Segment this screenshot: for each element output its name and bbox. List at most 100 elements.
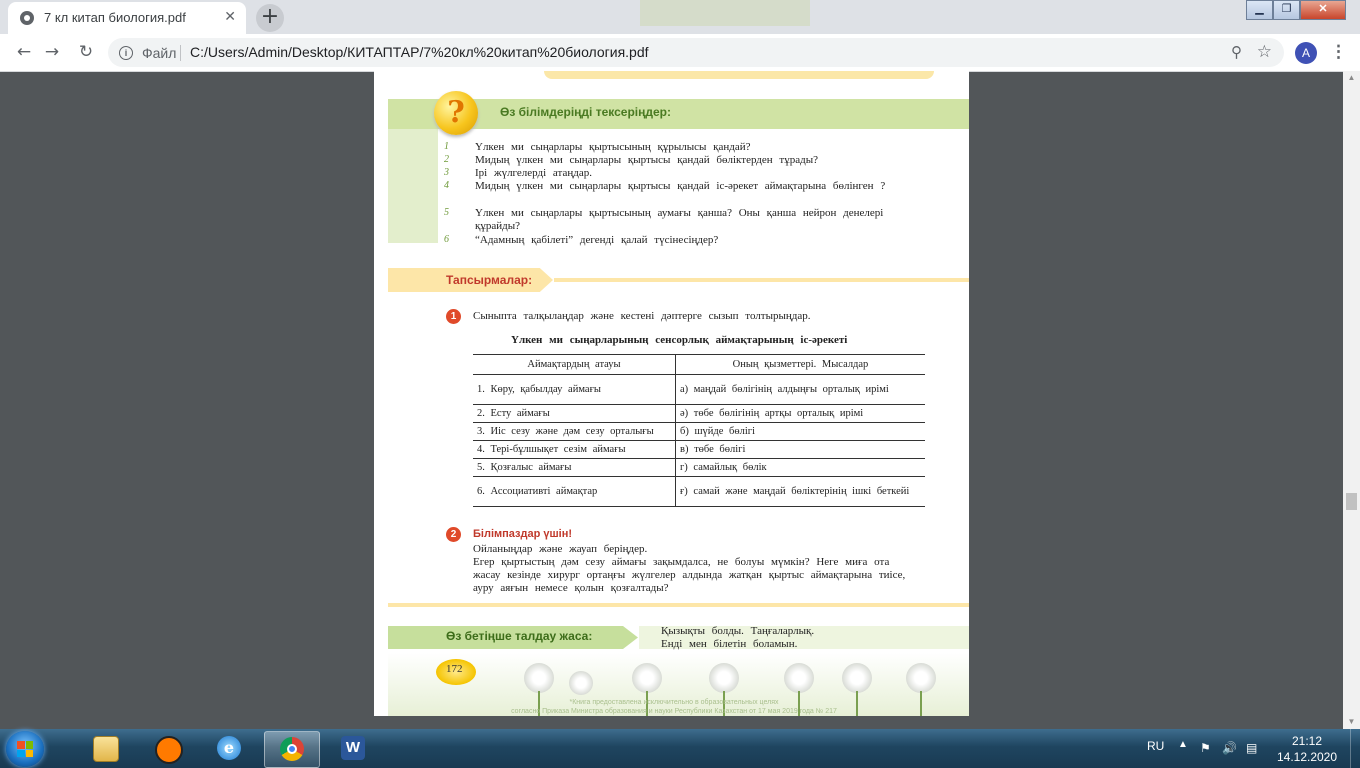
vertical-scrollbar[interactable]: ▲ ▼ bbox=[1343, 71, 1360, 729]
question-text: “Адамның қабілеті” дегенді қалай түсінес… bbox=[475, 234, 719, 246]
language-indicator[interactable]: RU bbox=[1147, 739, 1164, 753]
table-cell: ә) төбе бөлігінің артқы орталық ирімі bbox=[675, 404, 925, 423]
table-cell: а) маңдай бөлігінің алдыңғы орталық ирім… bbox=[675, 374, 925, 405]
table-cell: 6. Ассоциативті аймақтар bbox=[473, 476, 676, 507]
taskbar-chrome-button[interactable] bbox=[264, 731, 320, 768]
zoom-icon[interactable]: ⚲ bbox=[1231, 43, 1242, 61]
question-number: 5 bbox=[444, 207, 449, 218]
dandelion-illustration bbox=[906, 663, 936, 693]
taskbar-word-button[interactable]: W bbox=[326, 731, 380, 766]
taskbar-explorer-button[interactable] bbox=[78, 731, 132, 766]
bookmark-star-icon[interactable]: ☆ bbox=[1257, 42, 1272, 62]
kebab-menu-icon[interactable]: ⋮ bbox=[1330, 42, 1347, 62]
table-cell: 3. Иіс сезу және дәм сезу орталығы bbox=[473, 422, 676, 441]
scroll-thumb[interactable] bbox=[1346, 493, 1357, 510]
profile-avatar[interactable]: A bbox=[1295, 42, 1317, 64]
taskbar-ie-button[interactable]: e bbox=[202, 731, 256, 766]
avast-icon bbox=[155, 736, 183, 764]
question-text: Мидың үлкен ми сыңарлары қыртысы қандай … bbox=[475, 180, 886, 192]
table-cell: ғ) самай және маңдай бөліктерінің ішкі б… bbox=[675, 476, 925, 507]
task-number-badge: 1 bbox=[446, 309, 461, 324]
internet-explorer-icon: e bbox=[217, 736, 241, 760]
network-icon[interactable]: ▤ bbox=[1246, 741, 1260, 755]
question-number: 1 bbox=[444, 141, 449, 152]
globe-icon bbox=[20, 11, 34, 25]
question-mark-icon: ? bbox=[434, 91, 478, 135]
tasks-title: Тапсырмалар: bbox=[446, 273, 533, 287]
table-row: 1. Көру, қабылдау аймағы а) маңдай бөліг… bbox=[473, 374, 925, 405]
zones-table: Аймақтардың атауы Оның қызметтері. Мысал… bbox=[473, 354, 925, 507]
window-controls: ▁ ❐ ✕ bbox=[1246, 0, 1346, 20]
background-window-title bbox=[640, 0, 810, 26]
table-title: Үлкен ми сыңарларының сенсорлық аймақтар… bbox=[511, 334, 848, 346]
table-header-row: Аймақтардың атауы Оның қызметтері. Мысал… bbox=[473, 354, 925, 375]
word-icon: W bbox=[341, 736, 365, 760]
dandelion-stem bbox=[920, 691, 922, 716]
tray-expand-icon[interactable]: ▲ bbox=[1178, 739, 1188, 750]
clock-date: 14.12.2020 bbox=[1276, 750, 1338, 764]
action-center-icon[interactable]: ⚑ bbox=[1200, 741, 1214, 755]
table-row: 3. Иіс сезу және дәм сезу орталығы б) шү… bbox=[473, 422, 925, 441]
tab-close-icon[interactable]: ✕ bbox=[224, 8, 236, 25]
self-analysis-line: Қызықты болды. Таңғаларлық. bbox=[661, 625, 815, 637]
scroll-up-arrow-icon[interactable]: ▲ bbox=[1343, 71, 1360, 85]
start-button[interactable] bbox=[6, 731, 44, 767]
table-cell: г) самайлық бөлік bbox=[675, 458, 925, 477]
self-analysis-line: Енді мен білетін боламын. bbox=[661, 638, 798, 650]
question-number: 3 bbox=[444, 167, 449, 178]
clock[interactable]: 21:12 14.12.2020 bbox=[1272, 733, 1342, 765]
close-button[interactable]: ✕ bbox=[1300, 0, 1346, 20]
table-cell: 5. Қозғалыс аймағы bbox=[473, 458, 676, 477]
question-number: 6 bbox=[444, 234, 449, 245]
chrome-center bbox=[287, 744, 297, 754]
show-desktop-button[interactable] bbox=[1350, 729, 1360, 768]
question-text: Үлкен ми сыңарлары қыртысының аумағы қан… bbox=[475, 207, 884, 232]
address-scheme: Файл bbox=[142, 45, 177, 61]
volume-icon[interactable]: 🔊 bbox=[1222, 741, 1237, 755]
question-number: 4 bbox=[444, 180, 449, 191]
task-number-badge: 2 bbox=[446, 527, 461, 542]
tab-pdf[interactable]: 7 кл китап биология.pdf ✕ bbox=[8, 2, 246, 34]
new-tab-button[interactable]: + bbox=[256, 4, 284, 32]
maximize-button[interactable]: ❐ bbox=[1273, 0, 1300, 20]
forward-arrow-icon[interactable]: → bbox=[42, 42, 62, 62]
dandelion-illustration bbox=[784, 663, 814, 693]
table-header: Оның қызметтері. Мысалдар bbox=[675, 354, 925, 375]
expert-text: Егер қыртыстың дәм сезу аймағы зақымдалс… bbox=[473, 556, 906, 594]
table-cell: в) төбе бөлігі bbox=[675, 440, 925, 459]
self-analysis-title: Өз бетіңше талдау жаса: bbox=[446, 629, 593, 643]
taskbar-avast-button[interactable] bbox=[140, 731, 194, 766]
minimize-button[interactable]: ▁ bbox=[1246, 0, 1273, 20]
dandelion-illustration bbox=[632, 663, 662, 693]
table-row: 6. Ассоциативті аймақтар ғ) самай және м… bbox=[473, 476, 925, 507]
fine-print: *Книга предоставлена исключительно в обр… bbox=[454, 698, 894, 716]
file-explorer-icon bbox=[93, 736, 119, 762]
table-row: 4. Тері-бұлшықет сезім аймағы в) төбе бө… bbox=[473, 440, 925, 459]
table-cell: 1. Көру, қабылдау аймағы bbox=[473, 374, 676, 405]
windows-taskbar: e W RU ▲ ⚑ 🔊 ▤ 21:12 14.12.2020 bbox=[0, 729, 1360, 768]
info-icon[interactable]: i bbox=[119, 46, 133, 60]
expert-text: Ойланыңдар және жауап беріңдер. bbox=[473, 543, 648, 555]
fine-print-line: согласно Приказа Министра образования и … bbox=[511, 708, 837, 715]
page-number: 172 bbox=[446, 663, 463, 675]
check-title: Өз білімдеріңді тексеріңдер: bbox=[500, 105, 671, 119]
question-number: 2 bbox=[444, 154, 449, 165]
section-divider bbox=[388, 603, 969, 607]
dandelion-illustration bbox=[524, 663, 554, 693]
reload-icon[interactable]: ↻ bbox=[76, 42, 96, 62]
address-divider bbox=[180, 45, 181, 61]
table-cell: 4. Тері-бұлшықет сезім аймағы bbox=[473, 440, 676, 459]
tab-strip: 7 кл китап биология.pdf ✕ + ▁ ❐ ✕ bbox=[0, 0, 1360, 34]
question-text: Үлкен ми сыңарлары қыртысының құрылысы қ… bbox=[475, 141, 751, 153]
scroll-down-arrow-icon[interactable]: ▼ bbox=[1343, 715, 1360, 729]
address-bar[interactable]: i Файл C:/Users/Admin/Desktop/КИТАПТАР/7… bbox=[108, 38, 1284, 67]
address-url[interactable]: C:/Users/Admin/Desktop/КИТАПТАР/7%20кл%2… bbox=[190, 44, 649, 60]
expert-title: Білімпаздар үшін! bbox=[473, 528, 573, 540]
decorative-band bbox=[544, 71, 934, 79]
table-row: 5. Қозғалыс аймағы г) самайлық бөлік bbox=[473, 458, 925, 477]
fine-print-line: *Книга предоставлена исключительно в обр… bbox=[569, 699, 779, 706]
table-cell: 2. Есту аймағы bbox=[473, 404, 676, 423]
table-cell: б) шүйде бөлігі bbox=[675, 422, 925, 441]
chrome-icon bbox=[280, 737, 304, 761]
back-arrow-icon[interactable]: ← bbox=[14, 42, 34, 62]
